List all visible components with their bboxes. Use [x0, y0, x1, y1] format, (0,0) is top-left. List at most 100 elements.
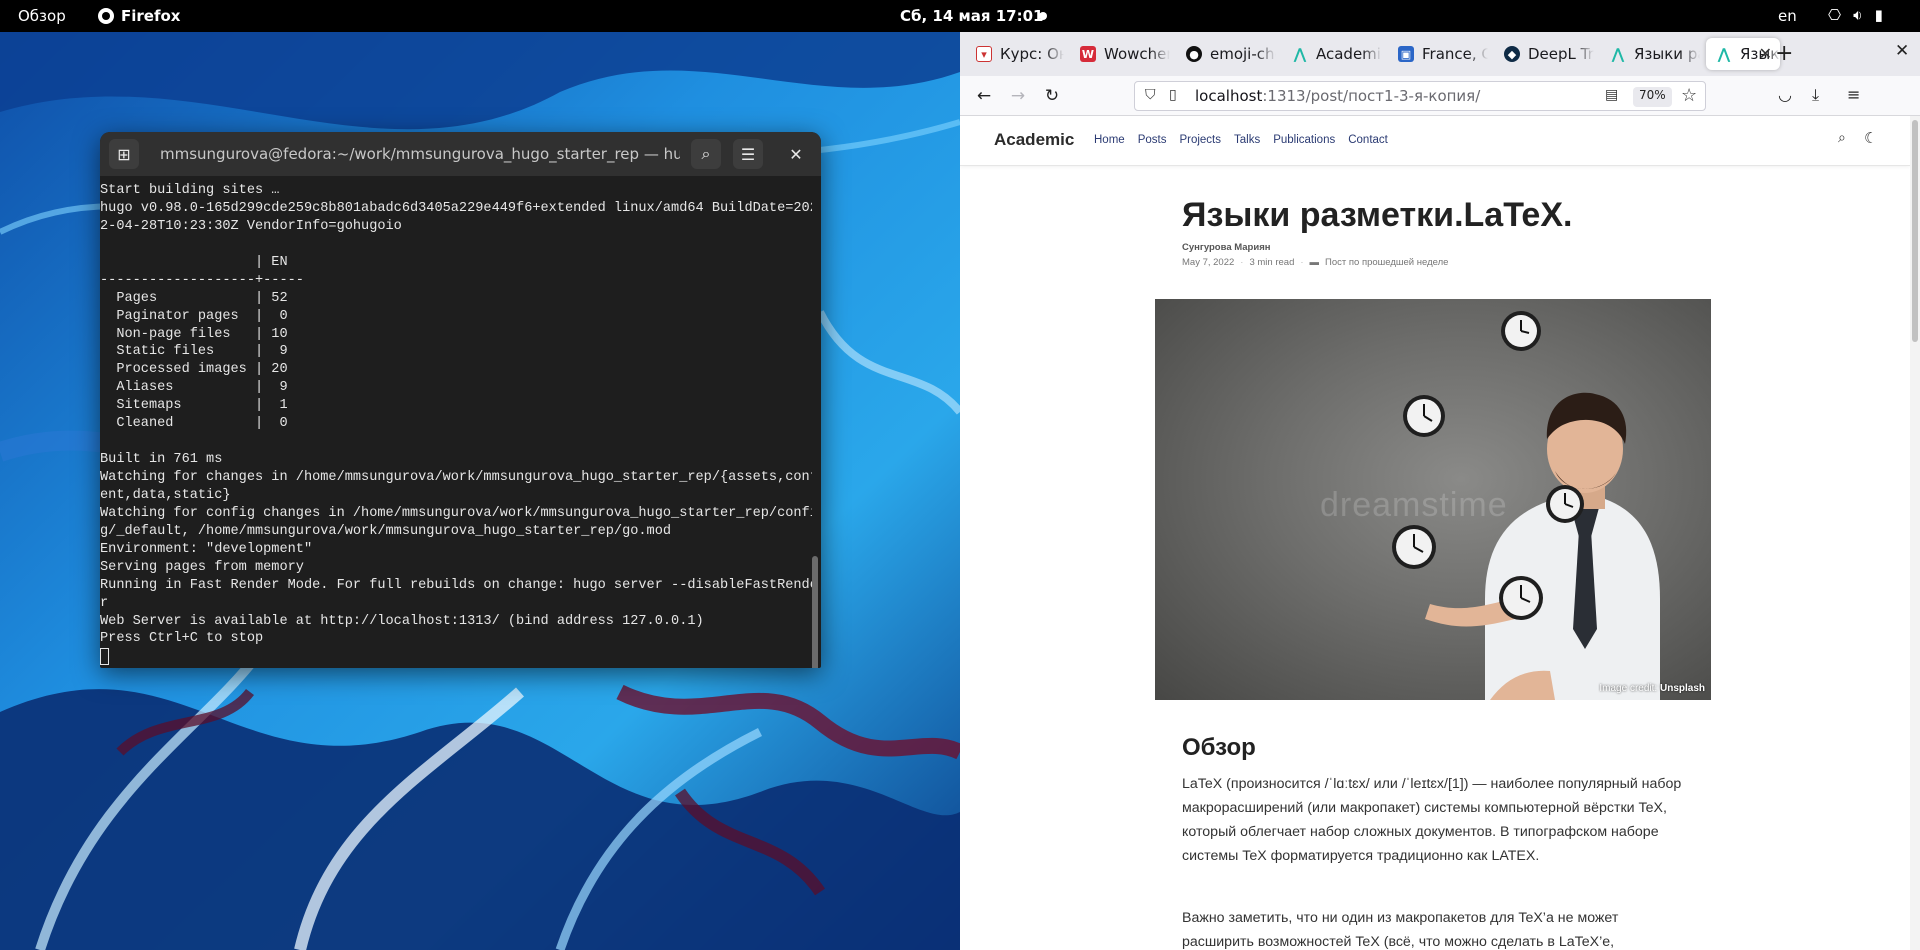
post-category[interactable]: Пост по прошедшей неделе [1325, 257, 1448, 268]
forward-button[interactable]: → [1006, 84, 1030, 108]
site-nav-talks[interactable]: Talks [1234, 134, 1260, 146]
tab-close-icon[interactable]: ✕ [1759, 44, 1772, 63]
france-icon: ▣ [1398, 46, 1414, 62]
moon-icon[interactable]: ☾ [1864, 129, 1877, 147]
site-navbar: Academic Home Posts Projects Talks Publicati… [960, 116, 1910, 166]
page-scrollbar[interactable] [1910, 116, 1920, 950]
reload-button[interactable]: ↻ [1040, 84, 1064, 108]
site-nav-publications[interactable]: Publications [1273, 134, 1335, 146]
menu-icon[interactable]: ≡ [1847, 85, 1860, 104]
terminal-scrollbar[interactable] [812, 556, 818, 668]
browser-tab[interactable]: ⋀ Academic [1282, 38, 1382, 70]
site-nav-links: Home Posts Projects Talks Publications Contac… [1094, 134, 1388, 146]
deepl-icon: ◆ [1504, 46, 1520, 62]
clock[interactable]: Сб, 14 мая 17:01 [900, 7, 1043, 25]
search-icon: ⌕ [701, 144, 711, 163]
url-path: :1313/post/пост1-3-я-копия/ [1262, 87, 1481, 105]
firefox-window[interactable]: ▾ Курс: Оне W Wowcher ● emoji-che ⋀ Academic ▣ Fr… [960, 32, 1920, 950]
section-heading: Обзор [1182, 734, 1256, 761]
terminal-line: Aliases | 9 [100, 380, 288, 396]
terminal-line: hugo v0.98.0-165d299cde259c8b801abadc6d3… [100, 200, 812, 216]
terminal-line: Watching for changes in /home/mmsungurov… [100, 470, 812, 485]
input-language[interactable]: en [1778, 7, 1797, 25]
post-author[interactable]: Сунгурова Мариян [1182, 242, 1270, 253]
volume-icon: 🔉︎ [1853, 6, 1863, 24]
navigation-toolbar: ← → ↻ ⛉ ▯ localhost:1313/post/пост1-3-я-… [960, 76, 1920, 116]
pocket-icon[interactable]: ◡ [1778, 85, 1792, 104]
page-scrollbar-thumb[interactable] [1912, 120, 1918, 342]
new-tab-button[interactable]: ⊞ [109, 139, 139, 169]
web-page[interactable]: Academic Home Posts Projects Talks Publicati… [960, 116, 1910, 950]
browser-tab[interactable]: ▾ Курс: Оне [966, 38, 1064, 70]
terminal-line: Start building sites … [100, 183, 280, 198]
image-watermark: dreamstime [1320, 486, 1508, 524]
terminal-prompt-line[interactable] [100, 648, 812, 666]
browser-tab[interactable]: W Wowcher [1070, 38, 1170, 70]
terminal-menu-button[interactable]: ☰ [733, 139, 763, 169]
url-host: localhost [1195, 87, 1263, 105]
activities-button[interactable]: Обзор [18, 7, 66, 25]
terminal-search-button[interactable]: ⌕ [691, 139, 721, 169]
terminal-line: Paginator pages | 0 [100, 308, 288, 324]
tab-label: Курс: Оне [1000, 45, 1064, 63]
post-meta: May 7, 2022 · 3 min read · ▬ Пост по про… [1182, 257, 1448, 268]
site-nav-home[interactable]: Home [1094, 134, 1125, 146]
terminal-line: Processed images | 20 [100, 362, 288, 378]
clock-5 [1499, 576, 1543, 620]
firefox-icon [98, 8, 114, 24]
notification-dot-icon [1039, 12, 1047, 20]
browser-tab[interactable]: ⋀ Языки ра [1600, 38, 1700, 70]
clock-4 [1392, 525, 1436, 569]
terminal-line: Environment: "development" [100, 541, 313, 557]
browser-tab[interactable]: ● emoji-che [1176, 38, 1276, 70]
browser-tab[interactable]: ⋀Языки р✕ [1706, 38, 1780, 70]
downloads-icon[interactable]: ⤓ [1812, 85, 1819, 105]
url-bar[interactable]: ⛉ ▯ localhost:1313/post/пост1-3-я-копия/… [1134, 81, 1706, 111]
browser-tab[interactable]: ▣ France, G [1388, 38, 1488, 70]
terminal-line: Pages | 52 [100, 290, 288, 306]
app-menu-button[interactable]: Firefox [98, 7, 180, 25]
terminal-line: g/_default, /home/mmsungurova/work/mmsun… [100, 523, 672, 539]
terminal-close-button[interactable]: ✕ [781, 139, 811, 169]
app-name: Firefox [121, 7, 181, 25]
back-button[interactable]: ← [972, 84, 996, 108]
post-title: Языки разметки.LaTeX. [1182, 196, 1573, 234]
terminal-cursor [100, 648, 109, 666]
terminal-line: | EN [100, 254, 288, 270]
terminal-output[interactable]: Start building sites … hugo v0.98.0-165d2… [100, 176, 812, 668]
site-brand[interactable]: Academic [994, 130, 1074, 150]
image-credit: Image credit: Unsplash [1599, 683, 1705, 694]
window-close-button[interactable]: ✕ [1895, 41, 1909, 61]
page-info-icon[interactable]: ▯ [1169, 87, 1177, 103]
featured-image: dreamstime Image credit: Unsplash [1155, 299, 1711, 700]
zoom-indicator[interactable]: 70% [1633, 87, 1672, 107]
tab-label: France, G [1422, 45, 1488, 63]
image-credit-source[interactable]: Unsplash [1660, 683, 1705, 694]
top-bar: Обзор Firefox Сб, 14 мая 17:01 en ⎔ 🔉︎ ▮ [0, 0, 1920, 32]
post-date: May 7, 2022 [1182, 257, 1235, 268]
search-icon[interactable]: ⌕ [1838, 130, 1846, 146]
clock-3 [1546, 485, 1584, 523]
site-nav-posts[interactable]: Posts [1138, 134, 1167, 146]
github-icon: ● [1186, 46, 1202, 62]
url-text[interactable]: localhost:1313/post/пост1-3-я-копия/ [1195, 87, 1480, 105]
academic-icon: ⋀ [1611, 45, 1625, 63]
site-nav-contact[interactable]: Contact [1348, 134, 1388, 146]
bookmark-star-icon[interactable]: ☆ [1681, 85, 1697, 106]
browser-tab[interactable]: ◆ DeepL Tra [1494, 38, 1594, 70]
site-nav-projects[interactable]: Projects [1179, 134, 1221, 146]
reader-view-icon[interactable]: ▤ [1605, 87, 1618, 103]
terminal-line: Non-page files | 10 [100, 326, 288, 342]
new-tab-button[interactable]: + [1775, 41, 1793, 66]
terminal-line: Serving pages from memory [100, 559, 304, 575]
terminal-line: 2-04-28T10:23:30Z VendorInfo=gohugoio [100, 218, 402, 234]
meta-separator: · [1240, 257, 1244, 268]
terminal-header[interactable]: ⊞ mmsungurova@fedora:~/work/mmsungurova_… [100, 132, 821, 176]
terminal-line: Press Ctrl+C to stop [100, 631, 264, 647]
system-tray[interactable]: ⎔ 🔉︎ ▮ [1828, 6, 1883, 24]
new-tab-icon: ⊞ [117, 144, 131, 164]
terminal-window[interactable]: ⊞ mmsungurova@fedora:~/work/mmsungurova_… [100, 132, 821, 668]
shield-icon[interactable]: ⛉ [1145, 87, 1156, 103]
